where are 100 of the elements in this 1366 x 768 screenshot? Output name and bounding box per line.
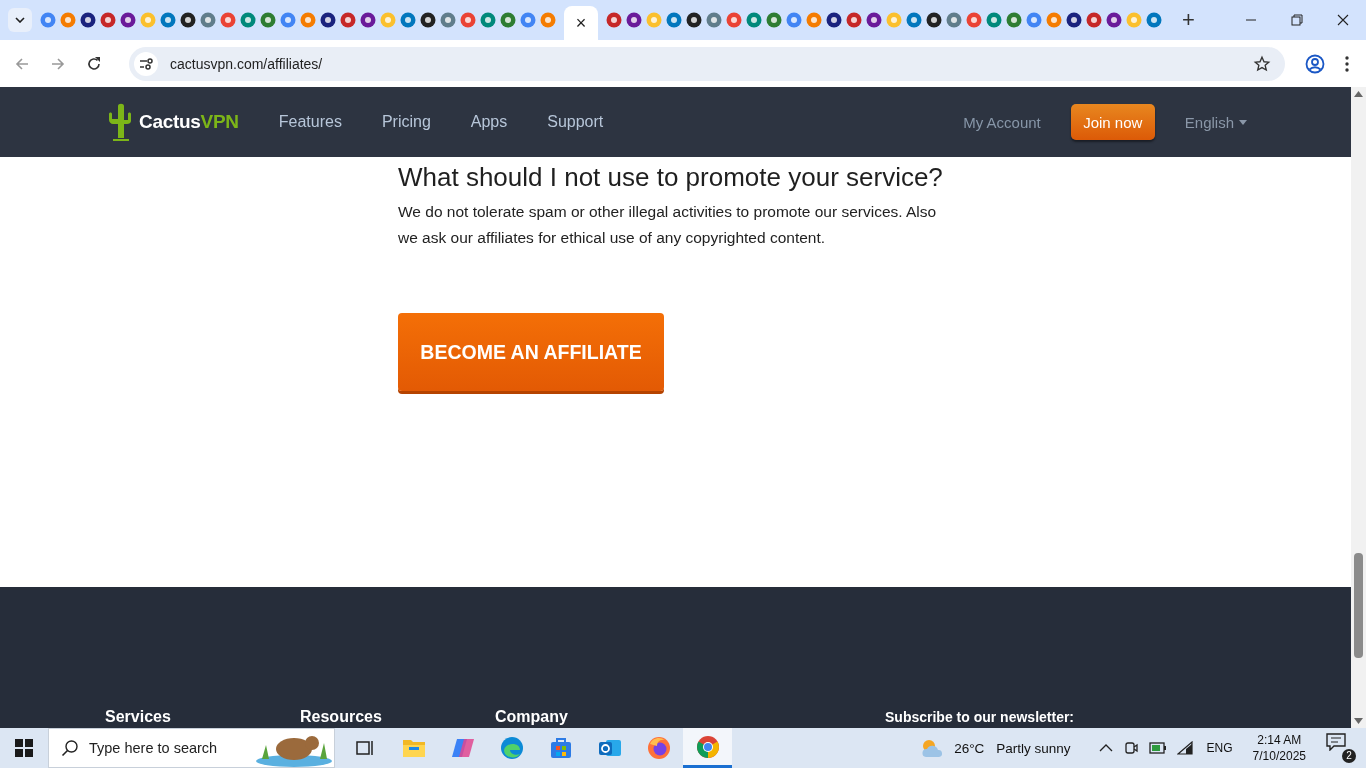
nav-link[interactable]: Apps [470, 113, 508, 131]
favicon-icon [140, 12, 156, 28]
favicon-icon [826, 12, 842, 28]
nav-link[interactable]: Features [278, 113, 342, 131]
favicon-icon [540, 12, 556, 28]
folder-icon [401, 737, 426, 759]
windows-start-icon[interactable] [15, 739, 33, 757]
input-language-text[interactable]: ENG [1206, 741, 1233, 755]
favicon-icon [1146, 12, 1162, 28]
search-icon [61, 739, 79, 757]
favicon-icon [520, 12, 536, 28]
taskbar-search-field[interactable]: Type here to search [87, 739, 241, 757]
favicon-icon [806, 12, 822, 28]
favicon-icon [966, 12, 982, 28]
favicon-icon [706, 12, 722, 28]
favicon-icon [480, 12, 496, 28]
favicon-icon [460, 12, 476, 28]
favicon-icon [340, 12, 356, 28]
reload-icon[interactable] [86, 55, 102, 72]
address-bar[interactable]: cactusvpn.com/affiliates/ [129, 46, 1285, 81]
logo-text[interactable]: CactusVPN [139, 111, 239, 133]
bookmark-star-icon[interactable] [1253, 54, 1271, 73]
close-tab-button[interactable]: × [575, 14, 587, 32]
chevron-down-icon [15, 17, 25, 23]
favicon-icon [606, 12, 622, 28]
battery-icon[interactable] [1148, 742, 1167, 754]
favicon-icon [766, 12, 782, 28]
favicon-icon [280, 12, 296, 28]
menu-icon[interactable] [1345, 55, 1349, 72]
notifications-button[interactable]: 2 [1326, 733, 1356, 763]
favicon-icon [666, 12, 682, 28]
nav-link[interactable]: Pricing [381, 113, 431, 131]
favicon-icon [866, 12, 882, 28]
clock-date[interactable]: 7/10/2025 [1252, 748, 1306, 764]
chrome-icon [695, 734, 720, 759]
favicon-icon [1086, 12, 1102, 28]
favicon-icon [1006, 12, 1022, 28]
browser-tab[interactable]: × [564, 6, 598, 40]
restore-icon[interactable] [1291, 14, 1303, 26]
copilot-icon [450, 737, 475, 759]
favicon-icon [946, 12, 962, 28]
favicon-icon [1026, 12, 1042, 28]
notification-count: 2 [1342, 749, 1356, 763]
favicon-icon [160, 12, 176, 28]
favicon-icon [646, 12, 662, 28]
scrollbar-thumb[interactable] [1354, 553, 1363, 658]
forward-icon[interactable] [50, 55, 66, 72]
favicon-icon [40, 12, 56, 28]
favicon-icon [220, 12, 236, 28]
scrollbar[interactable] [1351, 87, 1366, 728]
edge-icon [499, 736, 524, 760]
favicon-icon [320, 12, 336, 28]
favicon-icon [180, 12, 196, 28]
clock-time[interactable]: 2:14 AM [1257, 732, 1302, 748]
favicon-icon [120, 12, 136, 28]
chevron-up-icon[interactable] [1098, 744, 1113, 752]
store-icon [548, 736, 573, 760]
back-icon[interactable] [14, 55, 30, 72]
favicon-icon [1066, 12, 1082, 28]
scroll-up-icon[interactable] [1354, 91, 1363, 97]
footer-heading: Resources [300, 708, 383, 726]
favicon-icon [420, 12, 436, 28]
favicon-icon [1046, 12, 1062, 28]
my-account-link[interactable]: My Account [963, 113, 1041, 131]
favicon-icon [380, 12, 396, 28]
favicon-icon [746, 12, 762, 28]
favicon-icon [100, 12, 116, 28]
favicon-icon [1106, 12, 1122, 28]
favicon-icon [846, 12, 862, 28]
favicon-icon [60, 12, 76, 28]
favicon-icon [240, 12, 256, 28]
favicon-icon [906, 12, 922, 28]
footer-heading: Services [105, 708, 172, 726]
url-text: cactusvpn.com/affiliates/ [170, 55, 323, 72]
tab-search-button[interactable] [8, 8, 32, 32]
language-dropdown[interactable]: English [1184, 113, 1247, 131]
favicon-icon [786, 12, 802, 28]
favicon-icon [726, 12, 742, 28]
favicon-icon [686, 12, 702, 28]
new-tab-button[interactable]: + [1176, 9, 1201, 31]
favicon-icon [400, 12, 416, 28]
favicon-icon [440, 12, 456, 28]
profile-icon[interactable] [1305, 53, 1325, 74]
favicon-icon [300, 12, 316, 28]
favicon-icon [360, 12, 376, 28]
camera-icon[interactable] [1122, 740, 1139, 756]
footer-heading: Company [495, 708, 569, 726]
nav-link[interactable]: Support [547, 113, 604, 131]
close-icon[interactable] [1337, 14, 1349, 26]
weather-text[interactable]: Partly sunny [996, 740, 1071, 756]
favicon-icon [886, 12, 902, 28]
site-info-icon[interactable] [134, 51, 158, 76]
favicon-icon [926, 12, 942, 28]
newsletter-heading: Subscribe to our newsletter: [885, 709, 1075, 725]
favicon-icon [80, 12, 96, 28]
temperature-text[interactable]: 26°C [954, 740, 985, 756]
favicon-icon [986, 12, 1002, 28]
paragraph: We do not tolerate spam or other illegal activities to promote our services. Also we ask our affiliates for ethical use of any copyrighted content. [398, 202, 938, 248]
scroll-down-icon[interactable] [1354, 718, 1363, 724]
taskbar-app[interactable] [683, 728, 732, 768]
